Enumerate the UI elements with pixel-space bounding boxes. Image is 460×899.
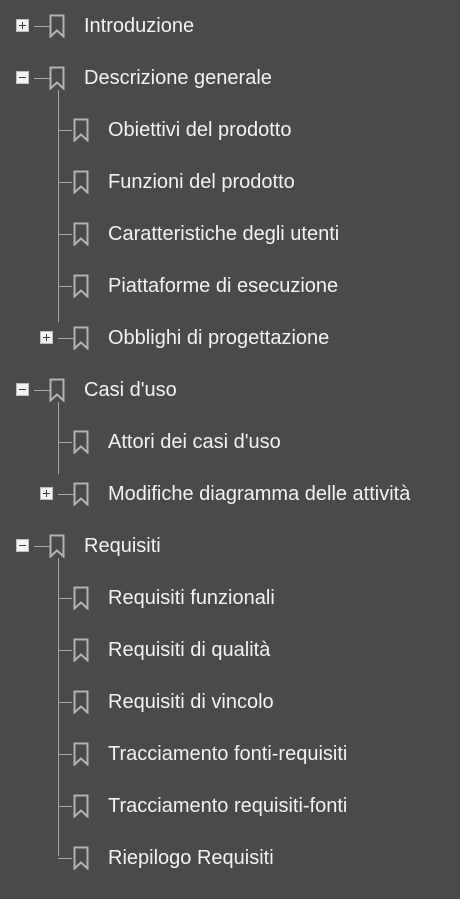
bookmark-icon (73, 430, 89, 455)
bookmark-item[interactable]: Attori dei casi d'uso (0, 422, 460, 462)
tree-connector (34, 26, 50, 27)
tree-connector (58, 234, 72, 235)
tree-connector (58, 702, 72, 703)
bookmark-item[interactable]: Caratteristiche degli utenti (0, 214, 460, 254)
bookmark-icon (73, 586, 89, 611)
tree-connector (34, 390, 50, 391)
bookmark-label[interactable]: Descrizione generale (84, 58, 272, 98)
collapse-minus-icon[interactable] (16, 71, 29, 84)
collapse-minus-icon[interactable] (16, 383, 29, 396)
expand-plus-icon[interactable] (40, 331, 53, 344)
bookmark-label[interactable]: Caratteristiche degli utenti (108, 214, 339, 254)
tree-connector (58, 650, 72, 651)
bookmark-icon (73, 118, 89, 143)
bookmark-item[interactable]: Obiettivi del prodotto (0, 110, 460, 150)
bookmark-label[interactable]: Obblighi di progettazione (108, 318, 329, 358)
bookmark-icon (73, 482, 89, 507)
tree-connector (58, 182, 72, 183)
bookmark-icon (49, 66, 65, 91)
bookmark-item[interactable]: Requisiti di qualità (0, 630, 460, 670)
bookmark-item[interactable]: Riepilogo Requisiti (0, 838, 460, 878)
tree-connector (58, 442, 72, 443)
tree-connector (58, 858, 72, 859)
bookmark-item[interactable]: Requisiti (0, 526, 460, 566)
bookmark-icon (73, 170, 89, 195)
tree-connector (34, 78, 50, 79)
bookmark-icon (73, 222, 89, 247)
collapse-minus-icon[interactable] (16, 539, 29, 552)
bookmark-label[interactable]: Riepilogo Requisiti (108, 838, 274, 878)
bookmark-item[interactable]: Obblighi di progettazione (0, 318, 460, 358)
tree-connector (58, 338, 74, 339)
bookmark-label[interactable]: Tracciamento requisiti-fonti (108, 786, 347, 826)
tree-connector (58, 598, 72, 599)
bookmark-icon (73, 638, 89, 663)
bookmark-item[interactable]: Tracciamento fonti-requisiti (0, 734, 460, 774)
bookmark-icon (73, 326, 89, 351)
bookmark-item[interactable]: Descrizione generale (0, 58, 460, 98)
bookmarks-panel: Introduzione Descrizione generale Obiettiv… (0, 0, 460, 899)
bookmark-item[interactable]: Piattaforme di esecuzione (0, 266, 460, 306)
bookmark-label[interactable]: Modifiche diagramma delle attività (108, 474, 410, 514)
bookmark-item[interactable]: Modifiche diagramma delle attività (0, 474, 460, 514)
bookmark-item[interactable]: Requisiti funzionali (0, 578, 460, 618)
tree-connector (58, 806, 72, 807)
expand-plus-icon[interactable] (40, 487, 53, 500)
bookmark-item[interactable]: Casi d'uso (0, 370, 460, 410)
tree-connector (58, 754, 72, 755)
bookmark-label[interactable]: Attori dei casi d'uso (108, 422, 281, 462)
tree-connector (58, 286, 72, 287)
tree-connector (58, 494, 74, 495)
bookmark-label[interactable]: Piattaforme di esecuzione (108, 266, 338, 306)
bookmark-label[interactable]: Casi d'uso (84, 370, 177, 410)
bookmark-label[interactable]: Requisiti funzionali (108, 578, 275, 618)
bookmark-icon (73, 846, 89, 871)
bookmark-label[interactable]: Funzioni del prodotto (108, 162, 295, 202)
tree-connector (58, 130, 72, 131)
bookmark-label[interactable]: Obiettivi del prodotto (108, 110, 291, 150)
bookmark-item[interactable]: Funzioni del prodotto (0, 162, 460, 202)
bookmark-icon (49, 14, 65, 39)
bookmark-label[interactable]: Requisiti di qualità (108, 630, 270, 670)
tree-connector (34, 546, 50, 547)
bookmark-label[interactable]: Introduzione (84, 6, 194, 46)
bookmark-label[interactable]: Requisiti (84, 526, 161, 566)
bookmark-item[interactable]: Requisiti di vincolo (0, 682, 460, 722)
bookmark-icon (49, 378, 65, 403)
expand-plus-icon[interactable] (16, 19, 29, 32)
bookmark-label[interactable]: Requisiti di vincolo (108, 682, 274, 722)
bookmark-item[interactable]: Tracciamento requisiti-fonti (0, 786, 460, 826)
bookmark-icon (73, 274, 89, 299)
bookmark-item[interactable]: Introduzione (0, 6, 460, 46)
bookmark-label[interactable]: Tracciamento fonti-requisiti (108, 734, 347, 774)
bookmark-icon (73, 794, 89, 819)
bookmark-icon (73, 742, 89, 767)
bookmark-icon (73, 690, 89, 715)
bookmark-icon (49, 534, 65, 559)
